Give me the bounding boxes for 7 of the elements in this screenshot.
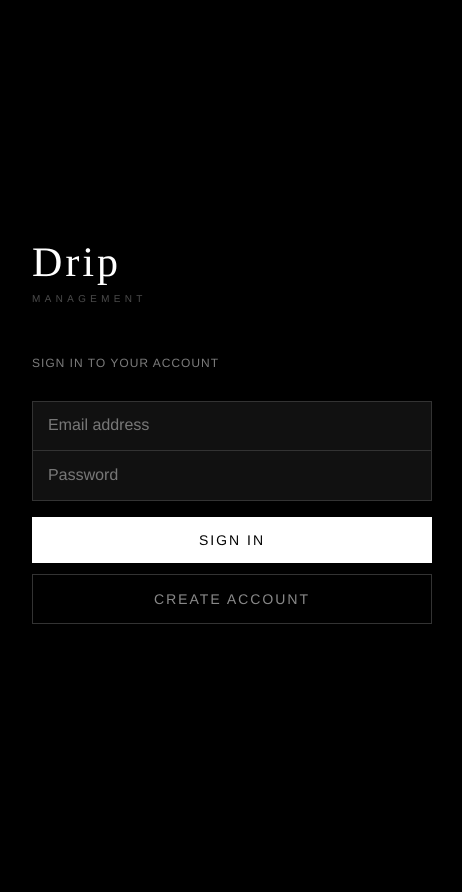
sign-in-heading: SIGN IN TO YOUR ACCOUNT bbox=[32, 356, 220, 370]
brand-logo: Drip bbox=[32, 239, 121, 288]
brand-tagline: MANAGEMENT bbox=[32, 294, 147, 305]
create-account-button[interactable]: CREATE ACCOUNT bbox=[32, 574, 432, 624]
email-field[interactable]: Email address bbox=[32, 401, 432, 451]
password-field[interactable]: Password bbox=[32, 451, 432, 501]
sign-in-button[interactable]: SIGN IN bbox=[32, 517, 432, 563]
